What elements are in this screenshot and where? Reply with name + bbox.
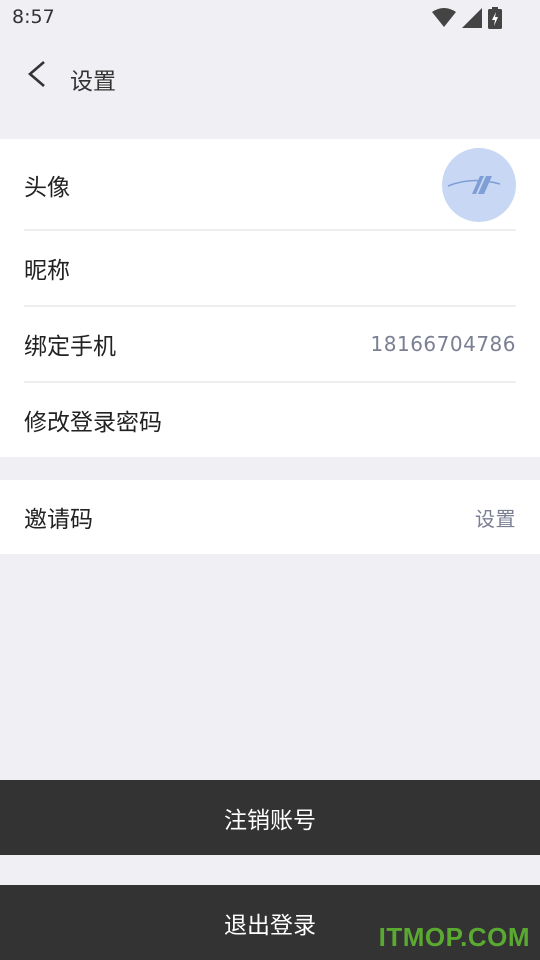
password-row[interactable]: 修改登录密码	[24, 383, 516, 457]
status-icons	[432, 7, 502, 29]
phone-label: 绑定手机	[24, 334, 116, 360]
signal-icon	[462, 8, 482, 28]
invite-value: 设置	[475, 506, 516, 531]
header: 设置	[0, 36, 540, 116]
battery-icon	[488, 7, 502, 29]
page-title: 设置	[70, 69, 116, 95]
avatar-logo-icon	[447, 176, 501, 194]
status-time: 8:57	[12, 6, 55, 28]
wifi-icon	[432, 8, 456, 27]
invite-label: 邀请码	[24, 507, 93, 533]
invite-row[interactable]: 邀请码 设置	[24, 480, 516, 554]
avatar-row[interactable]: 头像	[24, 147, 516, 223]
password-label: 修改登录密码	[24, 410, 162, 436]
chevron-left-icon[interactable]	[22, 58, 54, 90]
phone-row[interactable]: 绑定手机 18166704786	[24, 307, 516, 381]
avatar[interactable]	[442, 148, 516, 222]
nickname-label: 昵称	[24, 258, 70, 284]
status-bar: 8:57	[0, 0, 540, 36]
phone-value: 18166704786	[370, 332, 516, 356]
watermark: ITMOP.COM	[378, 922, 530, 952]
settings-group-invite: 邀请码 设置	[0, 480, 540, 554]
cancel-account-button[interactable]: 注销账号	[0, 780, 540, 855]
settings-group-account: 头像 昵称 绑定手机 18166704786 修改登录密码	[0, 139, 540, 457]
nickname-row[interactable]: 昵称	[24, 231, 516, 305]
avatar-label: 头像	[24, 175, 70, 201]
